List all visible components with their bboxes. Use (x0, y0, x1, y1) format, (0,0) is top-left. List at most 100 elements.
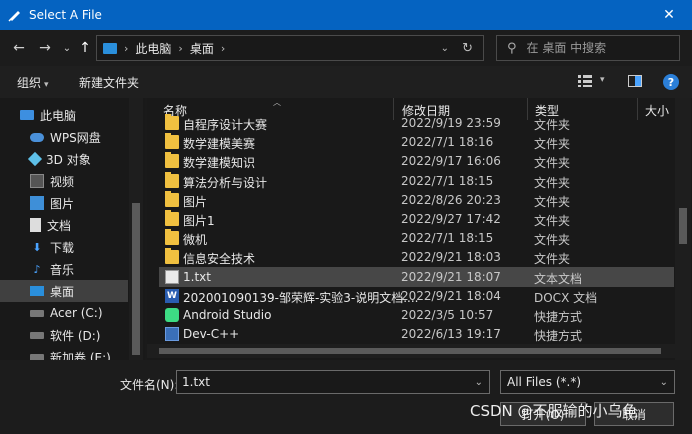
sidebar-item-label: 图片 (50, 196, 75, 211)
sidebar-item[interactable]: 新加卷 (E:) (0, 346, 128, 360)
file-date: 2022/6/13 19:17 (401, 327, 501, 342)
new-folder-button[interactable]: 新建文件夹 (79, 74, 139, 91)
file-row[interactable]: 数学建模知识 2022/9/17 16:06 文件夹 (159, 151, 674, 171)
address-dropdown-icon[interactable]: ⌄ (441, 43, 449, 54)
search-input[interactable] (526, 41, 667, 55)
file-date: 2022/7/1 18:16 (401, 135, 494, 150)
close-button[interactable]: ✕ (646, 0, 692, 30)
sidebar-scrollbar[interactable] (129, 98, 143, 360)
file-name: Android Studio (183, 308, 272, 322)
horizontal-scroll-thumb[interactable] (159, 348, 661, 354)
file-date: 2022/3/5 10:57 (401, 308, 494, 322)
file-name: 1.txt (183, 269, 211, 284)
computer-icon (20, 110, 34, 120)
file-row[interactable]: Dev-C++ 2022/6/13 19:17 快捷方式 (159, 324, 674, 344)
refresh-icon[interactable]: ↻ (462, 41, 473, 56)
sidebar-item-label: 此电脑 (40, 108, 77, 123)
close-icon: ✕ (663, 7, 675, 23)
sidebar-item[interactable]: ⬇ 下载 (0, 236, 128, 258)
vertical-scrollbar[interactable] (675, 98, 691, 360)
forward-button[interactable]: → (36, 39, 54, 57)
sidebar-item[interactable]: 3D 对象 (0, 148, 128, 170)
sidebar-item[interactable]: WPS网盘 (0, 126, 128, 148)
help-button[interactable]: ? (663, 74, 679, 90)
up-button[interactable]: ↑ (76, 39, 94, 57)
file-date: 2022/9/21 18:04 (401, 288, 501, 303)
file-row[interactable]: W 202001090139-邹荣辉-实验3-说明文档.... 2022/9/21 … (159, 286, 674, 306)
folder-icon (165, 229, 179, 246)
file-name: 信息安全技术 (183, 252, 256, 267)
file-name: 图片1 (183, 214, 215, 228)
file-type: 文件夹 (534, 214, 571, 228)
sidebar-item[interactable]: 图片 (0, 192, 128, 214)
file-row[interactable]: 数学建模美赛 2022/7/1 18:16 文件夹 (159, 132, 674, 152)
chevron-down-icon: ⌄ (659, 376, 668, 388)
title-bar: Select A File ✕ (0, 0, 692, 30)
folder-icon (165, 248, 179, 265)
folder-icon (165, 133, 179, 150)
horizontal-scrollbar[interactable] (147, 344, 677, 358)
recent-locations-button[interactable]: ⌄ (58, 39, 76, 57)
caret-down-icon: ▾ (44, 80, 49, 90)
sidebar-item[interactable]: 视频 (0, 170, 128, 192)
sidebar-item-label: 软件 (D:) (50, 328, 101, 343)
chevron-down-icon: ⌄ (62, 42, 72, 54)
sidebar-item[interactable]: 文档 (0, 214, 128, 236)
search-box[interactable]: ⚲ (496, 35, 680, 61)
sidebar-item[interactable]: 桌面 (0, 280, 128, 302)
file-date: 2022/9/21 18:07 (401, 269, 501, 284)
file-row[interactable]: Android Studio 2022/3/5 10:57 快捷方式 (159, 305, 674, 325)
file-type-select[interactable]: All Files (*.*) ⌄ (500, 370, 675, 394)
file-row[interactable]: 图片1 2022/9/27 17:42 文件夹 (159, 209, 674, 229)
file-row[interactable]: 微机 2022/7/1 18:15 文件夹 (159, 228, 674, 248)
sidebar-item[interactable]: 软件 (D:) (0, 324, 128, 346)
breadcrumb-this-pc[interactable]: 此电脑 (135, 40, 171, 57)
sidebar-item-label: 新加卷 (E:) (50, 350, 111, 361)
sort-ascending-icon: ︿ (273, 98, 281, 107)
document-icon (30, 218, 41, 232)
folder-icon (165, 171, 179, 188)
file-type: 文件夹 (534, 156, 571, 171)
file-date: 2022/9/21 18:03 (401, 250, 501, 265)
back-arrow-icon: ← (13, 40, 25, 56)
sidebar-item[interactable]: Acer (C:) (0, 302, 128, 324)
search-icon: ⚲ (507, 40, 517, 56)
music-icon: ♪ (33, 262, 41, 276)
filename-input[interactable] (182, 375, 462, 389)
file-row[interactable]: 信息安全技术 2022/9/21 18:03 文件夹 (159, 247, 674, 267)
preview-pane-icon[interactable] (628, 75, 642, 87)
sidebar-item[interactable]: ♪ 音乐 (0, 258, 128, 280)
chevron-down-icon[interactable]: ⌄ (475, 377, 483, 388)
chevron-right-icon: › (220, 41, 226, 55)
file-row[interactable]: 1.txt 2022/9/21 18:07 文本文档 (159, 266, 674, 287)
text-file-icon (165, 269, 179, 284)
file-row[interactable]: 图片 2022/8/26 20:23 文件夹 (159, 190, 674, 210)
forward-arrow-icon: → (39, 40, 51, 56)
filename-combobox[interactable]: ⌄ (176, 370, 490, 394)
file-type: 文本文档 (534, 271, 583, 286)
desktop-icon (30, 286, 44, 296)
chevron-right-icon: › (178, 41, 183, 55)
sidebar-item-label: WPS网盘 (50, 130, 101, 145)
sidebar-item[interactable]: 此电脑 (0, 104, 128, 126)
vertical-scroll-thumb[interactable] (679, 208, 687, 244)
address-bar[interactable]: › 此电脑 › 桌面 › ⌄ ↻ (96, 35, 484, 61)
sidebar-scroll-thumb[interactable] (132, 203, 140, 355)
file-row[interactable]: 自程序设计大赛 2022/9/19 23:59 文件夹 (159, 113, 674, 133)
video-icon (30, 174, 44, 188)
sidebar-item-label: 下载 (50, 240, 75, 255)
breadcrumb-desktop[interactable]: 桌面 (190, 40, 214, 57)
organize-button[interactable]: 组织 ▾ (17, 74, 49, 91)
file-type: 文件夹 (534, 118, 571, 132)
back-button[interactable]: ← (10, 39, 28, 57)
address-row: ← → ⌄ ↑ › 此电脑 › 桌面 › ⌄ ↻ ⚲ (0, 30, 692, 66)
sidebar-item-label: Acer (C:) (50, 306, 103, 320)
file-type: 快捷方式 (534, 329, 583, 344)
file-type: DOCX 文档 (534, 290, 598, 305)
file-row[interactable]: 算法分析与设计 2022/7/1 18:15 文件夹 (159, 171, 674, 191)
docx-file-icon: W (165, 288, 179, 303)
file-name: 202001090139-邹荣辉-实验3-说明文档.... (183, 290, 419, 305)
view-dropdown-icon[interactable]: ▾ (600, 75, 605, 85)
file-date: 2022/7/1 18:15 (401, 231, 494, 246)
view-options-icon[interactable] (578, 75, 592, 87)
